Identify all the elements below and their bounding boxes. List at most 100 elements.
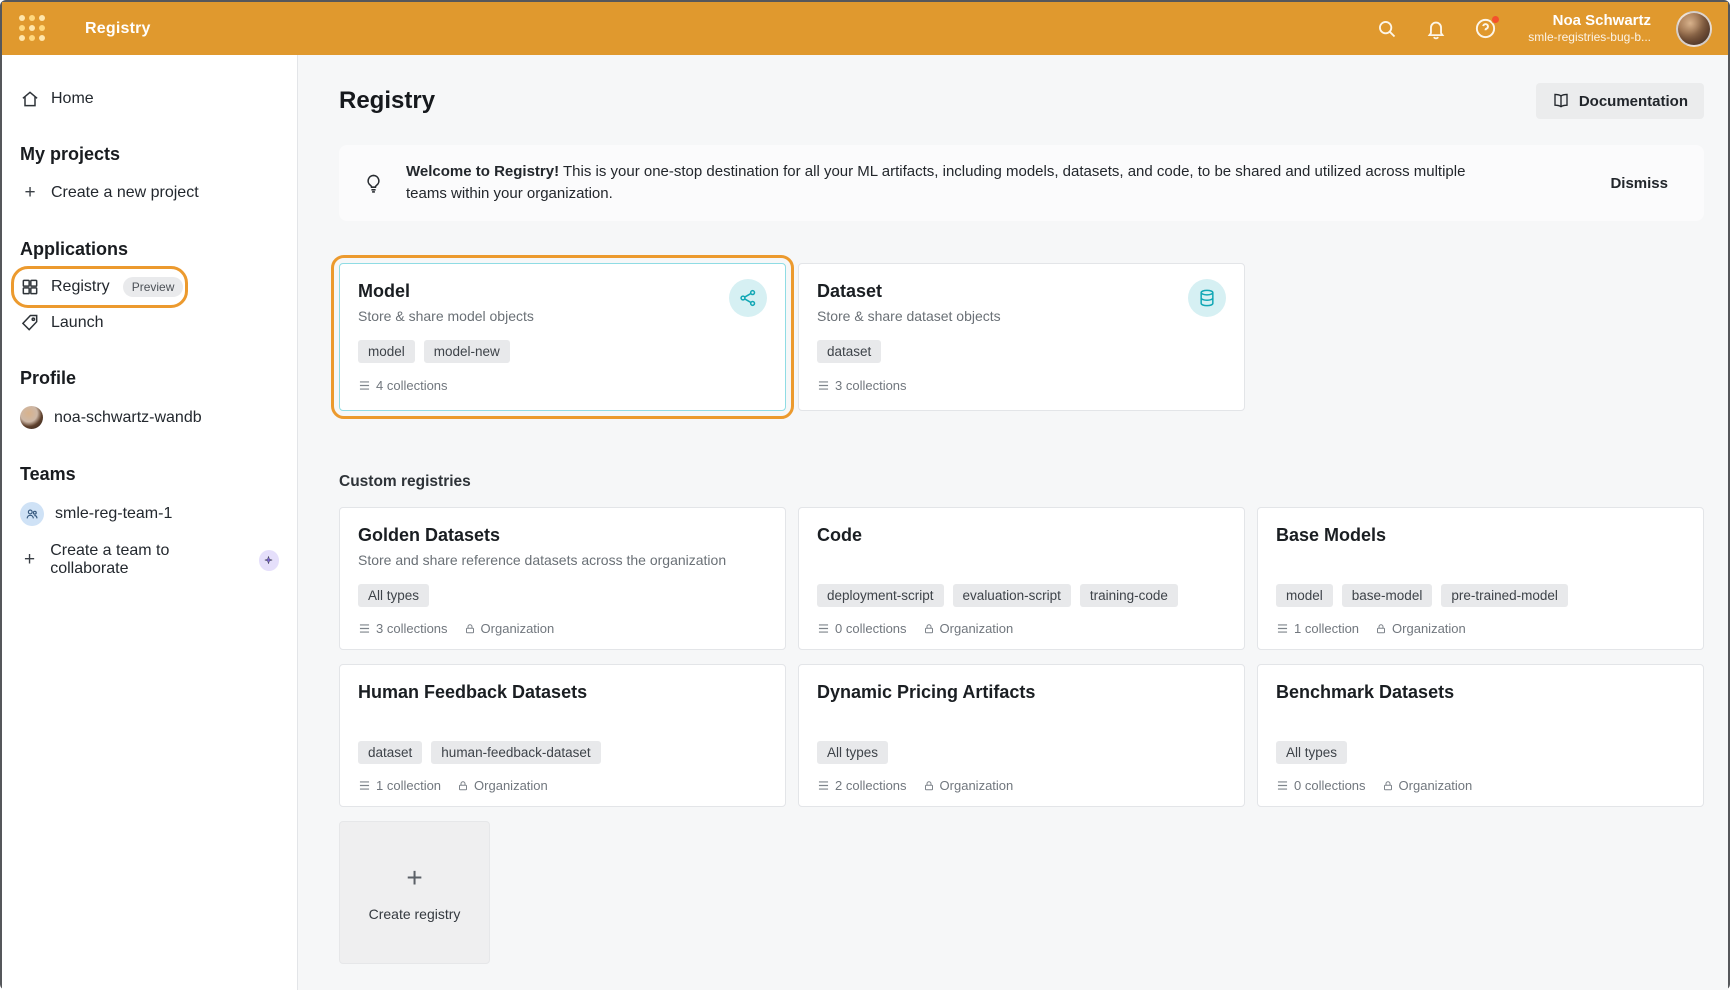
tag: dataset xyxy=(358,741,422,764)
tag: All types xyxy=(358,584,429,607)
card-subtitle xyxy=(817,552,1226,572)
card-subtitle xyxy=(1276,552,1685,572)
lock-icon xyxy=(464,623,476,635)
create-registry-button[interactable]: + Create registry xyxy=(339,821,490,964)
lock-icon xyxy=(1382,780,1394,792)
registry-card-human-feedback-datasets[interactable]: Human Feedback Datasets dataset human-fe… xyxy=(339,664,786,807)
user-name: Noa Schwartz xyxy=(1528,12,1651,31)
sidebar-item-team[interactable]: smle-reg-team-1 xyxy=(2,494,297,534)
user-avatar[interactable] xyxy=(1676,11,1712,47)
visibility-label: Organization xyxy=(940,778,1014,793)
collections-count: 2 collections xyxy=(835,778,907,793)
plus-icon: + xyxy=(20,182,40,204)
registry-icon xyxy=(20,277,40,297)
wandb-logo-icon[interactable] xyxy=(17,14,47,44)
tag: base-model xyxy=(1342,584,1433,607)
card-title: Model xyxy=(358,281,534,302)
welcome-banner: Welcome to Registry! This is your one-st… xyxy=(339,145,1704,221)
dismiss-button[interactable]: Dismiss xyxy=(1600,169,1678,198)
sidebar-item-profile[interactable]: noa-schwartz-wandb xyxy=(2,398,297,437)
plus-icon: + xyxy=(406,864,422,892)
team-avatar-icon xyxy=(20,502,44,526)
lock-icon xyxy=(1375,623,1387,635)
custom-registries-heading: Custom registries xyxy=(339,473,1700,491)
create-registry-label: Create registry xyxy=(369,906,461,922)
card-subtitle: Store and share reference datasets acros… xyxy=(358,552,767,572)
registry-card-benchmark-datasets[interactable]: Benchmark Datasets All types 0 collectio… xyxy=(1257,664,1704,807)
preview-badge: Preview xyxy=(123,277,184,297)
collections-count: 3 collections xyxy=(835,378,907,393)
sparkle-badge-icon xyxy=(259,550,279,571)
tag: All types xyxy=(817,741,888,764)
collections-icon xyxy=(817,622,830,635)
applications-heading: Applications xyxy=(2,212,297,269)
collections-count: 0 collections xyxy=(1294,778,1366,793)
collections-icon xyxy=(358,379,371,392)
lock-icon xyxy=(923,623,935,635)
card-title: Human Feedback Datasets xyxy=(358,682,767,703)
home-icon xyxy=(20,89,40,109)
banner-bold: Welcome to Registry! xyxy=(406,163,559,180)
book-icon xyxy=(1552,92,1570,110)
registry-card-code[interactable]: Code deployment-script evaluation-script… xyxy=(798,507,1245,650)
card-title: Dataset xyxy=(817,281,1001,302)
launch-label: Launch xyxy=(51,314,104,332)
profile-name: noa-schwartz-wandb xyxy=(54,409,202,427)
card-subtitle xyxy=(1276,709,1685,729)
create-team-button[interactable]: + Create a team to collaborate xyxy=(2,534,297,586)
registry-label: Registry xyxy=(51,278,110,296)
tag: model-new xyxy=(424,340,510,363)
sidebar-item-launch[interactable]: Launch xyxy=(2,305,297,341)
collections-count: 1 collection xyxy=(1294,621,1359,636)
banner-text: Welcome to Registry! This is your one-st… xyxy=(406,161,1466,205)
sidebar-item-registry[interactable]: Registry Preview xyxy=(2,269,297,305)
collections-count: 0 collections xyxy=(835,621,907,636)
help-icon[interactable] xyxy=(1473,17,1497,41)
registry-card-model[interactable]: Model Store & share model objects model … xyxy=(339,263,786,411)
sidebar: Home My projects + Create a new project … xyxy=(2,55,298,990)
user-info[interactable]: Noa Schwartz smle-registries-bug-b... xyxy=(1528,12,1651,46)
tag: pre-trained-model xyxy=(1441,584,1568,607)
lock-icon xyxy=(923,780,935,792)
tag: model xyxy=(358,340,415,363)
visibility-label: Organization xyxy=(474,778,548,793)
card-title: Dynamic Pricing Artifacts xyxy=(817,682,1226,703)
tag: dataset xyxy=(817,340,881,363)
teams-heading: Teams xyxy=(2,437,297,494)
visibility-label: Organization xyxy=(481,621,555,636)
documentation-button[interactable]: Documentation xyxy=(1536,83,1704,119)
my-projects-heading: My projects xyxy=(2,117,297,174)
create-team-label: Create a team to collaborate xyxy=(50,542,244,578)
lock-icon xyxy=(457,780,469,792)
banner-body: This is your one-stop destination for al… xyxy=(406,163,1465,202)
tag: model xyxy=(1276,584,1333,607)
user-org: smle-registries-bug-b... xyxy=(1528,30,1651,45)
collections-count: 3 collections xyxy=(376,621,448,636)
registry-card-dynamic-pricing-artifacts[interactable]: Dynamic Pricing Artifacts All types 2 co… xyxy=(798,664,1245,807)
home-label: Home xyxy=(51,90,94,108)
team-name: smle-reg-team-1 xyxy=(55,505,172,523)
bell-icon[interactable] xyxy=(1424,17,1448,41)
notification-dot xyxy=(1491,15,1500,24)
registry-card-base-models[interactable]: Base Models model base-model pre-trained… xyxy=(1257,507,1704,650)
model-icon xyxy=(729,279,767,317)
visibility-label: Organization xyxy=(1392,621,1466,636)
collections-icon xyxy=(1276,779,1289,792)
topbar: Registry Noa Schwartz smle-registries-bu… xyxy=(2,2,1728,55)
tag: human-feedback-dataset xyxy=(431,741,600,764)
main-content: Registry Documentation Welcome to Regist… xyxy=(298,55,1728,990)
card-subtitle xyxy=(817,709,1226,729)
sidebar-item-home[interactable]: Home xyxy=(2,81,297,117)
registry-card-dataset[interactable]: Dataset Store & share dataset objects da… xyxy=(798,263,1245,411)
topbar-title: Registry xyxy=(85,20,151,38)
registry-card-golden-datasets[interactable]: Golden Datasets Store and share referenc… xyxy=(339,507,786,650)
card-title: Code xyxy=(817,525,1226,546)
create-project-button[interactable]: + Create a new project xyxy=(2,174,297,212)
search-icon[interactable] xyxy=(1375,17,1399,41)
collections-count: 4 collections xyxy=(376,378,448,393)
dataset-icon xyxy=(1188,279,1226,317)
documentation-label: Documentation xyxy=(1579,93,1688,110)
collections-icon xyxy=(358,779,371,792)
profile-avatar xyxy=(20,406,43,429)
collections-icon xyxy=(817,379,830,392)
